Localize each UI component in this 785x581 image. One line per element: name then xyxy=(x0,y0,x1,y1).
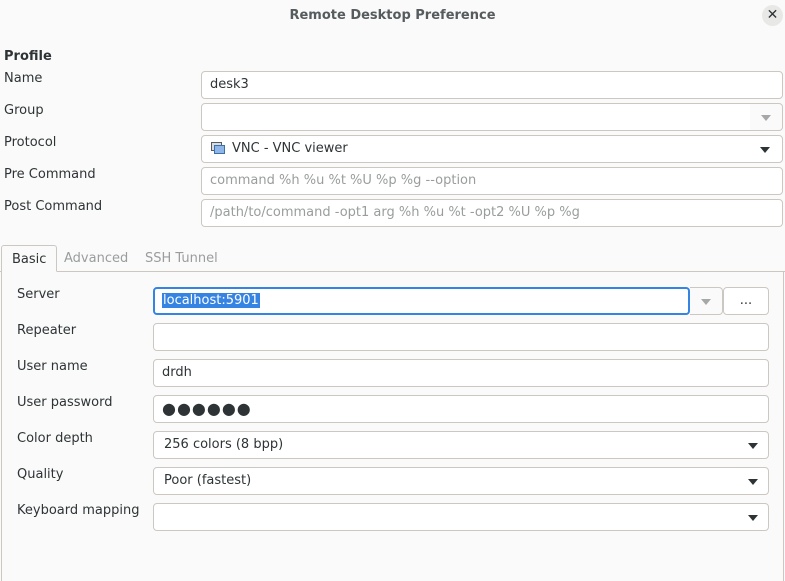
post-command-field[interactable]: /path/to/command -opt1 arg %h %u %t -opt… xyxy=(201,199,783,227)
repeater-label: Repeater xyxy=(17,323,77,338)
name-field[interactable]: desk3 xyxy=(201,71,783,99)
chevron-down-icon xyxy=(748,443,758,449)
tab-advanced[interactable]: Advanced xyxy=(54,245,138,272)
post-command-label: Post Command xyxy=(4,199,103,214)
keyboard-mapping-label: Keyboard mapping xyxy=(17,503,140,518)
chevron-down-icon xyxy=(701,299,711,305)
server-field-value: localhost:5901 xyxy=(162,293,260,308)
protocol-label: Protocol xyxy=(4,135,57,150)
tab-ssh-tunnel[interactable]: SSH Tunnel xyxy=(135,245,228,272)
repeater-field[interactable] xyxy=(153,323,769,351)
group-entry[interactable] xyxy=(201,103,751,131)
group-dropdown-button[interactable] xyxy=(750,103,783,131)
window-title: Remote Desktop Preference xyxy=(289,8,496,23)
vnc-protocol-icon xyxy=(211,142,225,154)
pre-command-label: Pre Command xyxy=(4,167,96,182)
username-field[interactable]: drdh xyxy=(153,359,769,387)
server-field[interactable]: localhost:5901 xyxy=(153,287,690,315)
quality-select[interactable]: Poor (fastest) xyxy=(153,467,769,495)
protocol-select[interactable]: VNC - VNC viewer xyxy=(201,135,783,163)
chevron-down-icon xyxy=(748,479,758,485)
close-button[interactable]: ✕ xyxy=(762,5,783,26)
panel-border xyxy=(783,271,784,581)
password-label: User password xyxy=(17,395,113,410)
color-depth-value: 256 colors (8 bpp) xyxy=(164,437,284,452)
close-icon[interactable]: ✕ xyxy=(762,5,783,26)
color-depth-label: Color depth xyxy=(17,431,93,446)
username-label: User name xyxy=(17,359,88,374)
quality-label: Quality xyxy=(17,467,64,482)
group-label: Group xyxy=(4,103,44,118)
chevron-down-icon xyxy=(760,147,770,153)
title-bar: Remote Desktop Preference ✕ xyxy=(0,0,785,34)
chevron-down-icon xyxy=(748,515,758,521)
server-label: Server xyxy=(17,287,60,302)
server-dropdown-button[interactable] xyxy=(690,287,723,315)
keyboard-mapping-select[interactable] xyxy=(153,503,769,531)
panel-border xyxy=(1,271,2,581)
server-browse-button[interactable]: ... xyxy=(723,287,769,315)
pre-command-field[interactable]: command %h %u %t %U %p %g --option xyxy=(201,167,783,195)
color-depth-select[interactable]: 256 colors (8 bpp) xyxy=(153,431,769,459)
password-field[interactable]: ●●●●●● xyxy=(153,395,769,423)
protocol-select-value: VNC - VNC viewer xyxy=(232,141,348,156)
chevron-down-icon xyxy=(761,115,771,121)
profile-heading: Profile xyxy=(4,49,52,64)
quality-value: Poor (fastest) xyxy=(164,473,252,488)
tab-basic[interactable]: Basic xyxy=(1,245,58,272)
name-label: Name xyxy=(4,71,43,86)
